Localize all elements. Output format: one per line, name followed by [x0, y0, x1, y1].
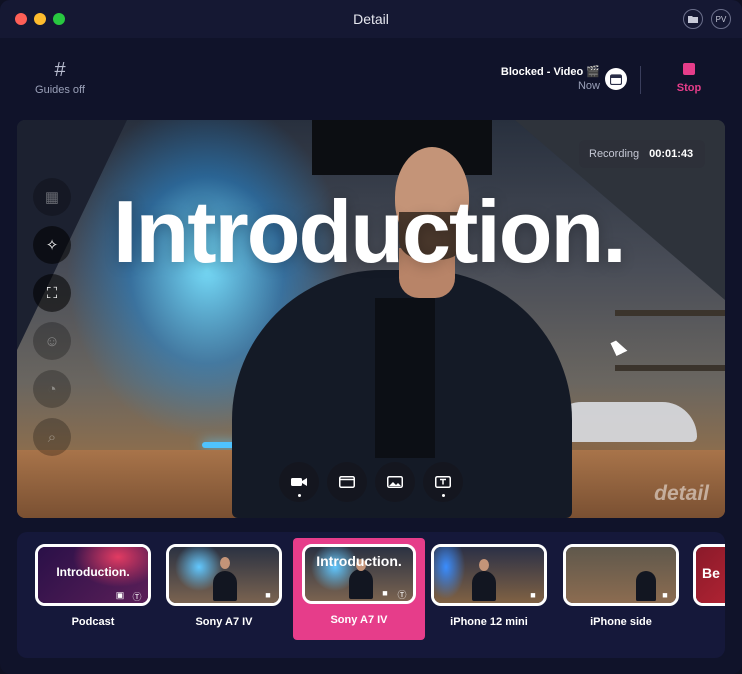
stop-square-icon: [683, 63, 695, 75]
background-shelf: [615, 365, 725, 371]
layer-toolbar: [279, 462, 471, 502]
camera-icon: ■: [530, 590, 536, 600]
scene-label: Sony A7 IV: [330, 614, 388, 626]
scene-thumbnail: ■: [563, 544, 679, 606]
thumbnail-person: [472, 571, 496, 601]
timer-icon: ◔: [47, 380, 57, 398]
zoom-button[interactable]: ⌕: [33, 418, 71, 456]
app-window: Detail PV # Guides off Blocked - Video 🎬…: [0, 0, 742, 674]
profile-initials: PV: [715, 14, 727, 24]
scene-card[interactable]: ■ iPhone side: [561, 544, 681, 644]
scene-card-active[interactable]: Introduction. ■ Ⓣ Sony A7 IV: [293, 538, 425, 640]
title-bar: Detail PV: [0, 0, 742, 38]
layer-indicators: ■: [258, 590, 275, 600]
layer-indicators: ■ Ⓣ: [375, 588, 409, 600]
scene-label: iPhone 12 mini: [450, 616, 528, 628]
active-dot: [297, 494, 301, 497]
layer-indicators: ▣ Ⓣ: [110, 590, 144, 602]
thumbnail-person-head: [220, 557, 230, 569]
stop-label: Stop: [676, 82, 702, 94]
text-icon: Ⓣ: [397, 590, 407, 600]
scene-card[interactable]: Introduction. ▣ Ⓣ Podcast: [33, 544, 153, 644]
scene-card[interactable]: ■ Sony A7 IV: [164, 544, 284, 644]
face-frame-icon: ☺: [44, 332, 60, 350]
thumbnail-person: [349, 569, 373, 599]
guides-label: Guides off: [35, 84, 85, 96]
detail-watermark: detail: [654, 482, 709, 505]
magic-wand-button[interactable]: ✧: [33, 226, 71, 264]
magic-wand-icon: ✧: [45, 237, 59, 254]
calendar-icon: [610, 73, 622, 85]
blur-button[interactable]: ▦: [33, 178, 71, 216]
scene-card[interactable]: Be: [693, 544, 725, 644]
source-title: Blocked - Video 🎬: [500, 66, 600, 78]
face-frame-button[interactable]: ☺: [33, 322, 71, 360]
calendar-button[interactable]: [605, 68, 627, 90]
recording-indicator: Recording 00:01:43: [579, 140, 705, 168]
scene-thumbnail: Be: [693, 544, 725, 606]
window-icon: [339, 476, 355, 488]
background-shelf: [615, 310, 725, 316]
active-dot: [441, 494, 445, 497]
toolbar-divider: [640, 66, 641, 94]
folder-button[interactable]: [683, 9, 703, 29]
scene-thumbnail: ■: [431, 544, 547, 606]
stop-button[interactable]: Stop: [668, 63, 710, 94]
video-preview[interactable]: Introduction. Recording 00:01:43 ▦ ✧ ⛶ ☺…: [17, 120, 725, 518]
thumbnail-person-head: [479, 559, 489, 571]
title-overlay[interactable]: Introduction.: [113, 188, 627, 276]
folder-icon: [688, 16, 698, 23]
scene-label: Sony A7 IV: [195, 616, 253, 628]
presenter-shirt: [375, 298, 435, 458]
scene-card[interactable]: ■ iPhone 12 mini: [429, 544, 549, 644]
image-icon: [387, 476, 403, 488]
mouse-cursor-icon: [610, 338, 628, 356]
source-subtitle: Now: [577, 80, 600, 92]
thumbnail-title: Introduction.: [56, 565, 130, 579]
guides-toggle[interactable]: # Guides off: [30, 60, 90, 96]
toolbar: # Guides off Blocked - Video 🎬 Now Stop: [0, 38, 742, 118]
layer-indicators: ■: [655, 590, 672, 600]
image-layer-button[interactable]: [375, 462, 415, 502]
source-info[interactable]: Blocked - Video 🎬 Now: [501, 65, 600, 92]
camera-layer-button[interactable]: [279, 462, 319, 502]
camera-icon: ■: [382, 588, 388, 598]
frame-focus-icon: ⛶: [46, 284, 58, 302]
zoom-icon: ⌕: [47, 428, 57, 446]
grid-hash-icon: #: [54, 59, 66, 81]
camera-icon: ■: [662, 590, 668, 600]
window-layer-button[interactable]: [327, 462, 367, 502]
thumbnail-title: Be: [702, 565, 720, 581]
thumbnail-person: [213, 571, 237, 601]
timer-button[interactable]: ◔: [33, 370, 71, 408]
scene-thumbnail: Introduction. ▣ Ⓣ: [35, 544, 151, 606]
scene-label: iPhone side: [590, 616, 652, 628]
layer-indicators: ■: [523, 590, 540, 600]
scene-label: Podcast: [71, 616, 115, 628]
text-icon: [435, 476, 451, 488]
profile-button[interactable]: PV: [711, 9, 731, 29]
recording-label: Recording: [589, 148, 640, 160]
side-toolbar: ▦ ✧ ⛶ ☺ ◔ ⌕: [33, 178, 71, 466]
blur-icon: ▦: [44, 189, 60, 206]
text-icon: Ⓣ: [132, 592, 142, 602]
thumbnail-title: Introduction.: [316, 553, 402, 569]
frame-focus-button[interactable]: ⛶: [33, 274, 71, 312]
scene-strip: Introduction. ▣ Ⓣ Podcast ■ Sony A7 IV I…: [17, 532, 725, 658]
recording-time: 00:01:43: [649, 148, 694, 160]
camera-icon: ■: [265, 590, 271, 600]
camera-icon: [291, 478, 307, 486]
text-layer-button[interactable]: [423, 462, 463, 502]
image-icon: ▣: [115, 590, 125, 600]
window-title: Detail: [353, 11, 389, 27]
thumbnail-person: [636, 571, 656, 601]
scene-thumbnail: ■: [166, 544, 282, 606]
scene-thumbnail: Introduction. ■ Ⓣ: [302, 544, 416, 604]
